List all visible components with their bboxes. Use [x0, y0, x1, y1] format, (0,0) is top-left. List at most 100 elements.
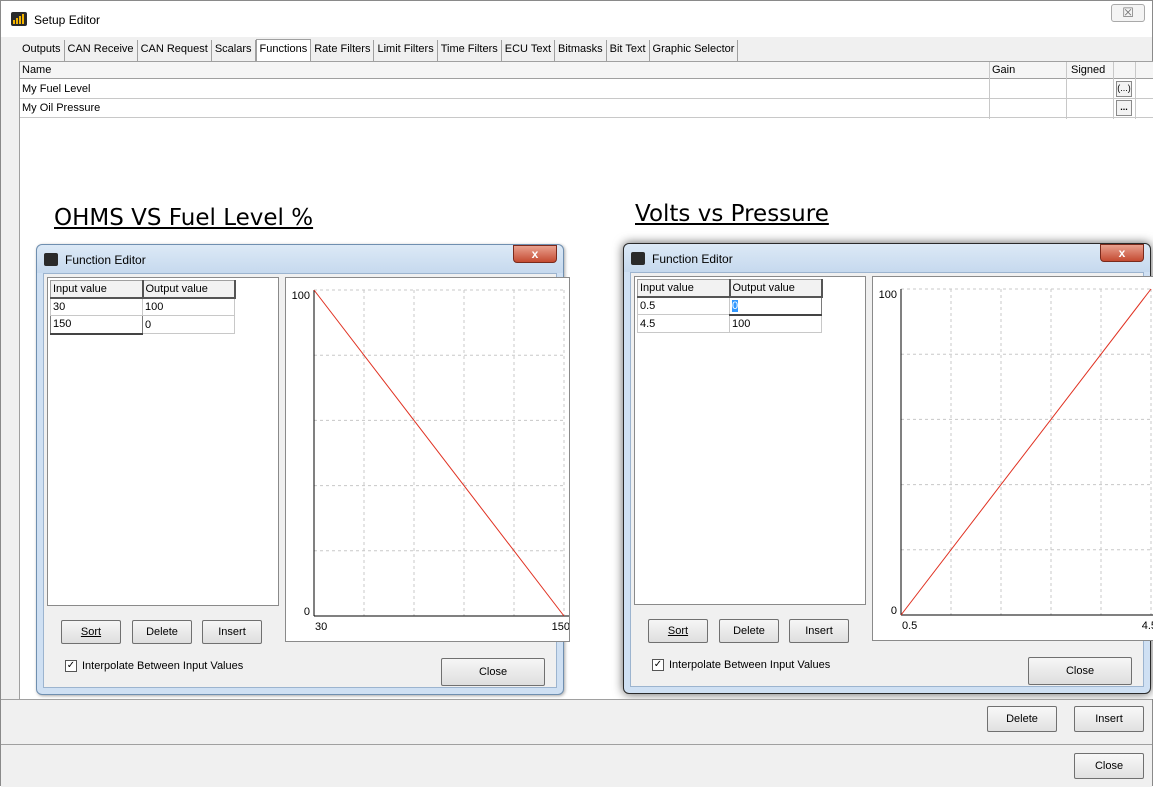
sort-button[interactable]: Sort — [61, 620, 121, 644]
dialog-title: Function Editor — [65, 253, 146, 267]
left-margin — [1, 61, 19, 699]
input-cell[interactable]: 150 — [50, 315, 143, 335]
input-cell[interactable]: 0.5 — [637, 296, 730, 315]
close-icon[interactable]: x — [1100, 244, 1144, 262]
column-header-output[interactable]: Output value — [729, 279, 823, 298]
close-button[interactable]: Close — [1074, 753, 1144, 779]
dialog-body: Input value Output value 0.5 0 4.5 100 S… — [630, 272, 1153, 687]
edit-function-button[interactable]: ... — [1116, 100, 1132, 116]
title-bar: Setup Editor ☒ — [1, 1, 1152, 37]
insert-button[interactable]: Insert — [789, 619, 849, 643]
annotation-caption: Volts vs Pressure — [635, 201, 829, 227]
close-icon[interactable]: x — [513, 245, 557, 263]
dialog-close-label: Close — [1065, 665, 1095, 677]
output-cell[interactable]: 100 — [729, 314, 822, 333]
table-row[interactable]: 30 100 — [50, 297, 235, 316]
setup-editor-window: Setup Editor ☒ Outputs CAN Receive CAN R… — [0, 0, 1153, 787]
value-table: Input value Output value 30 100 150 0 — [50, 280, 236, 335]
interpolate-option[interactable]: ✓ Interpolate Between Input Values — [65, 660, 243, 672]
tab-outputs[interactable]: Outputs — [19, 40, 65, 61]
y-tick-label: 0 — [304, 606, 310, 618]
delete-button-label: Delete — [146, 626, 178, 638]
table-row[interactable]: My Oil Pressure ... — [20, 99, 1153, 118]
interpolate-option[interactable]: ✓ Interpolate Between Input Values — [652, 659, 830, 671]
table-row[interactable]: 150 0 — [50, 315, 235, 335]
window-close-icon[interactable]: ☒ — [1111, 4, 1145, 22]
tab-can-request[interactable]: CAN Request — [137, 40, 212, 61]
tab-ecu-text[interactable]: ECU Text — [501, 40, 556, 61]
x-tick-label: 150 — [552, 621, 570, 633]
selected-text[interactable]: 0 — [732, 299, 739, 312]
y-tick-label: 100 — [879, 289, 897, 301]
input-cell[interactable]: 30 — [50, 297, 143, 316]
function-chart: 100 0 30 150 — [285, 277, 570, 642]
table-row[interactable]: 4.5 100 — [637, 314, 822, 333]
tab-bit-text[interactable]: Bit Text — [606, 40, 650, 61]
function-name: My Oil Pressure — [22, 102, 101, 114]
insert-row-button[interactable]: Insert — [1074, 706, 1144, 732]
function-editor-dialog: Function Editor x Input value Output val… — [36, 244, 570, 695]
tab-bitmasks[interactable]: Bitmasks — [555, 40, 607, 61]
function-editor-dialog: Function Editor x Input value Output val… — [623, 243, 1153, 694]
insert-button-label: Insert — [218, 626, 246, 638]
input-cell[interactable]: 4.5 — [637, 314, 730, 333]
column-header-input[interactable]: Input value — [637, 279, 731, 298]
table-row[interactable]: My Fuel Level (...) — [20, 80, 1153, 99]
annotation-caption: OHMS VS Fuel Level % — [54, 205, 314, 231]
output-cell[interactable]: 100 — [142, 297, 235, 316]
tab-scalars[interactable]: Scalars — [211, 40, 256, 61]
sort-button-label: Sort — [80, 626, 102, 638]
column-header-output[interactable]: Output value — [142, 280, 236, 299]
footer-bar: Close — [1, 744, 1152, 787]
function-chart-svg: 100 0 0.5 4.5 — [879, 288, 1153, 632]
function-chart: 100 0 0.5 4.5 — [872, 276, 1153, 641]
app-icon — [11, 12, 27, 26]
dialog-title-bar: Function Editor x — [624, 244, 1150, 272]
dialog-close-button[interactable]: Close — [1028, 657, 1132, 685]
tab-time-filters[interactable]: Time Filters — [437, 40, 502, 61]
value-table: Input value Output value 0.5 0 4.5 100 — [637, 279, 823, 333]
tab-graphic-selector[interactable]: Graphic Selector — [649, 40, 739, 61]
tab-limit-filters[interactable]: Limit Filters — [374, 40, 438, 61]
delete-button[interactable]: Delete — [132, 620, 192, 644]
column-header-signed[interactable]: Signed — [1071, 64, 1105, 76]
function-name: My Fuel Level — [22, 83, 91, 95]
interpolate-checkbox[interactable]: ✓ — [65, 660, 77, 672]
interpolate-label: Interpolate Between Input Values — [669, 659, 831, 671]
edit-function-button[interactable]: (...) — [1116, 81, 1132, 97]
delete-button[interactable]: Delete — [719, 619, 779, 643]
app-icon — [44, 253, 58, 266]
insert-button[interactable]: Insert — [202, 620, 262, 644]
dialog-close-button[interactable]: Close — [441, 658, 545, 686]
dialog-title: Function Editor — [652, 252, 733, 266]
y-tick-label: 0 — [891, 605, 897, 617]
tab-rate-filters[interactable]: Rate Filters — [311, 40, 375, 61]
function-chart-svg: 100 0 30 150 — [292, 289, 570, 633]
column-header-input[interactable]: Input value — [50, 280, 144, 299]
column-header-name[interactable]: Name — [22, 64, 51, 76]
tab-strip: Outputs CAN Receive CAN Request Scalars … — [19, 39, 772, 61]
interpolate-label: Interpolate Between Input Values — [82, 660, 244, 672]
tab-functions[interactable]: Functions — [255, 39, 312, 61]
value-table-panel: Input value Output value 30 100 150 0 — [47, 277, 279, 606]
delete-button-label: Delete — [733, 625, 765, 637]
delete-row-button[interactable]: Delete — [987, 706, 1057, 732]
grid-header: Name Gain Signed — [20, 62, 1153, 79]
dialog-title-bar: Function Editor x — [37, 245, 563, 273]
interpolate-checkbox[interactable]: ✓ — [652, 659, 664, 671]
dialog-body: Input value Output value 30 100 150 0 So… — [43, 273, 570, 688]
sort-button[interactable]: Sort — [648, 619, 708, 643]
y-tick-label: 100 — [292, 290, 310, 302]
tab-can-receive[interactable]: CAN Receive — [64, 40, 138, 61]
column-header-gain[interactable]: Gain — [992, 64, 1015, 76]
output-cell-editing[interactable]: 0 — [729, 296, 822, 316]
output-cell[interactable]: 0 — [142, 315, 235, 334]
table-row[interactable]: 0.5 0 — [637, 296, 822, 316]
series-line — [313, 289, 565, 617]
insert-button-label: Insert — [805, 625, 833, 637]
grid-action-bar: Delete Insert — [1, 699, 1152, 744]
sort-button-label: Sort — [667, 625, 689, 637]
x-tick-label: 0.5 — [902, 620, 917, 632]
value-table-panel: Input value Output value 0.5 0 4.5 100 — [634, 276, 866, 605]
window-title: Setup Editor — [34, 13, 101, 27]
